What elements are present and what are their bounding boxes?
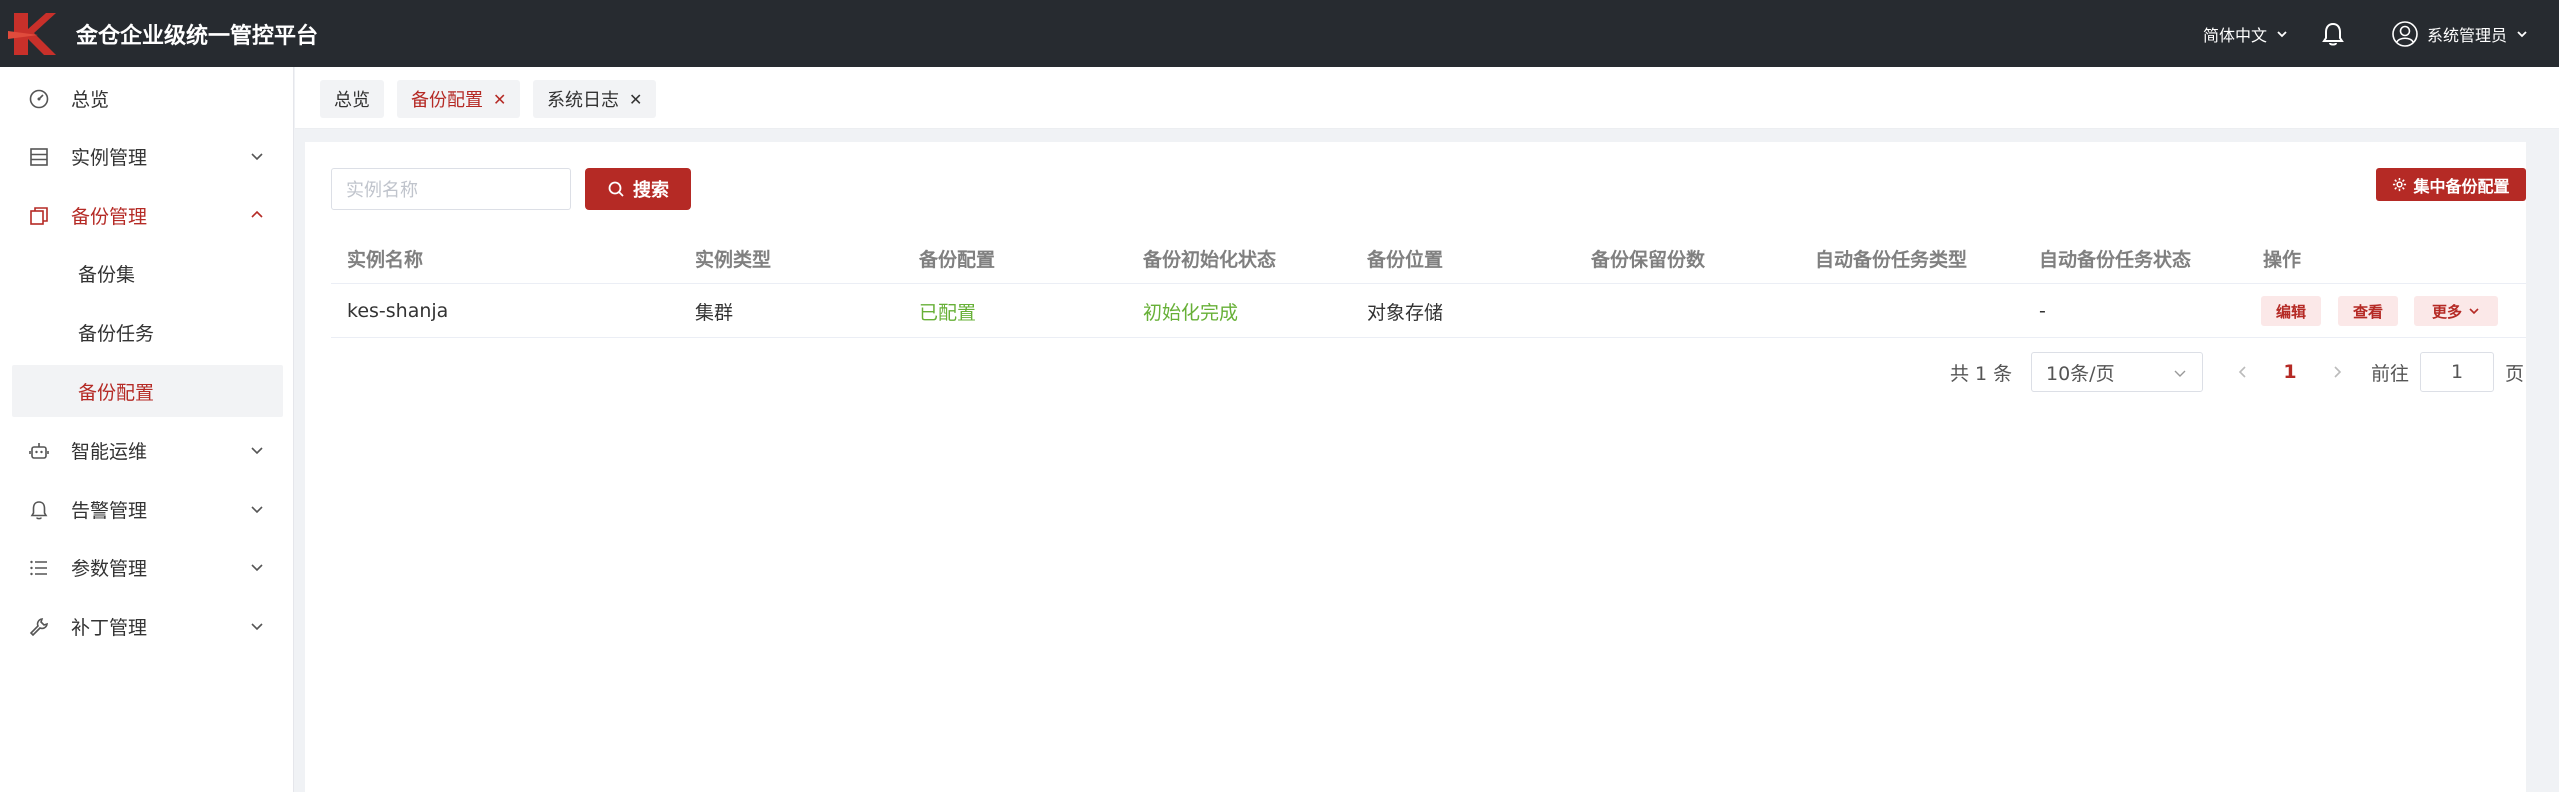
- column-header: 备份位置: [1367, 248, 1444, 271]
- gear-icon: [2393, 177, 2407, 192]
- close-icon[interactable]: ✕: [629, 90, 642, 109]
- user-avatar-icon: [2392, 20, 2418, 47]
- tab-overview[interactable]: 总览: [320, 80, 384, 118]
- cell-auto-task-status: -: [2039, 300, 2046, 322]
- column-header: 自动备份任务状态: [2039, 248, 2192, 271]
- table-row: kes-shanja 集群 已配置 初始化完成 对象存储 - 编辑 查看 更多: [331, 284, 2526, 338]
- logo-icon: [0, 0, 66, 67]
- edit-button[interactable]: 编辑: [2261, 296, 2321, 326]
- sidebar-subitem-label: 备份配置: [78, 381, 155, 404]
- chevron-down-icon: [2277, 30, 2287, 37]
- column-header: 备份保留份数: [1591, 248, 1706, 271]
- total-count: 共 1 条: [1950, 362, 2013, 385]
- sidebar-item-label: 备份管理: [71, 205, 148, 228]
- table-header: 实例名称 实例类型 备份配置 备份初始化状态 备份位置 备份保留份数 自动备份任…: [331, 232, 2526, 284]
- more-button-label: 更多: [2431, 302, 2462, 321]
- tab-label: 总览: [334, 90, 370, 111]
- goto-page-input[interactable]: 1: [2420, 352, 2494, 392]
- chevron-down-icon: [251, 153, 263, 161]
- chevron-down-icon: [2469, 308, 2479, 315]
- column-header: 备份配置: [919, 248, 996, 271]
- more-button[interactable]: 更多: [2414, 296, 2498, 326]
- sidebar-item-label: 实例管理: [71, 146, 148, 169]
- sidebar-item-backup[interactable]: 备份管理: [12, 189, 283, 241]
- tab-label: 备份配置: [411, 90, 483, 111]
- list-icon: [30, 560, 47, 576]
- tab-backup-config[interactable]: 备份配置 ✕: [397, 80, 521, 118]
- tab-label: 系统日志: [547, 90, 619, 111]
- cell-instance-type: 集群: [695, 301, 734, 324]
- notification-bell-icon[interactable]: [2319, 20, 2347, 48]
- page-label: 页: [2505, 362, 2525, 385]
- goto-label: 前往: [2371, 362, 2410, 385]
- language-label: 简体中文: [2202, 25, 2267, 45]
- sidebar-item-label: 智能运维: [71, 440, 148, 463]
- view-button-label: 查看: [2352, 302, 2383, 321]
- user-name: 系统管理员: [2426, 25, 2507, 45]
- sidebar-item-alerts[interactable]: 告警管理: [12, 483, 283, 535]
- database-icon: [30, 148, 48, 166]
- chevron-down-icon: [251, 506, 263, 514]
- chevron-down-icon: [2174, 370, 2186, 377]
- prev-page-icon[interactable]: [2235, 364, 2251, 380]
- cell-backup-location: 对象存储: [1367, 301, 1444, 324]
- sidebar-item-label: 总览: [71, 88, 110, 111]
- sidebar-subitem-label: 备份任务: [78, 322, 155, 345]
- central-backup-config-label: 集中备份配置: [2413, 176, 2510, 196]
- current-page[interactable]: 1: [2275, 350, 2305, 394]
- sidebar-item-overview[interactable]: 总览: [12, 72, 283, 124]
- bell-icon: [30, 501, 48, 520]
- chevron-down-icon: [251, 623, 263, 631]
- sidebar-item-label: 补丁管理: [71, 616, 148, 639]
- pagination: 共 1 条 10条/页 1 前往 1 页: [305, 350, 2526, 394]
- robot-icon: [29, 443, 49, 459]
- chevron-down-icon: [2517, 30, 2527, 37]
- view-button[interactable]: 查看: [2338, 296, 2398, 326]
- chevron-up-icon: [251, 210, 263, 218]
- cell-init-status: 初始化完成: [1143, 301, 1239, 324]
- dashboard-icon: [29, 89, 49, 109]
- close-icon[interactable]: ✕: [493, 90, 506, 109]
- sidebar-subitem-backup-config[interactable]: 备份配置: [12, 365, 283, 417]
- sidebar: 总览 实例管理 备份管理 备份集 备份任务 备份配置 智能运维 告警管理 参数管…: [0, 67, 294, 792]
- tab-strip: 总览 备份配置 ✕ 系统日志 ✕: [295, 67, 2559, 129]
- column-header: 自动备份任务类型: [1815, 248, 1968, 271]
- sidebar-item-smart-ops[interactable]: 智能运维: [12, 424, 283, 476]
- sidebar-subitem-label: 备份集: [78, 263, 136, 286]
- top-bar: 金仓企业级统一管控平台 简体中文 系统管理员: [0, 0, 2559, 67]
- chevron-down-icon: [251, 447, 263, 455]
- column-header: 实例名称: [347, 248, 424, 271]
- page-size-value: 10条/页: [2046, 362, 2115, 385]
- chevron-down-icon: [251, 564, 263, 572]
- sidebar-subitem-backup-sets[interactable]: 备份集: [12, 247, 283, 299]
- sidebar-item-parameters[interactable]: 参数管理: [12, 541, 283, 593]
- search-input[interactable]: 实例名称: [331, 168, 571, 210]
- sidebar-item-label: 告警管理: [71, 499, 148, 522]
- cell-backup-config: 已配置: [919, 301, 977, 324]
- sidebar-subitem-backup-tasks[interactable]: 备份任务: [12, 306, 283, 358]
- page-size-select[interactable]: 10条/页: [2031, 352, 2203, 392]
- backup-config-table: 实例名称 实例类型 备份配置 备份初始化状态 备份位置 备份保留份数 自动备份任…: [331, 232, 2526, 338]
- central-backup-config-button[interactable]: 集中备份配置: [2376, 168, 2526, 201]
- column-header: 实例类型: [695, 248, 772, 271]
- next-page-icon[interactable]: [2329, 364, 2345, 380]
- sidebar-item-patches[interactable]: 补丁管理: [12, 600, 283, 652]
- tab-system-log[interactable]: 系统日志 ✕: [533, 80, 657, 118]
- user-menu[interactable]: 系统管理员: [2391, 20, 2529, 48]
- app-title: 金仓企业级统一管控平台: [76, 23, 319, 49]
- sidebar-item-label: 参数管理: [71, 557, 148, 580]
- search-button-label: 搜索: [633, 180, 669, 201]
- copy-icon: [30, 207, 48, 225]
- cell-instance-name: kes-shanja: [347, 300, 449, 322]
- main-card: 实例名称 搜索 集中备份配置 实例名称 实例类型 备份配置 备份初始化状态 备份…: [305, 142, 2526, 792]
- search-icon: [608, 181, 624, 197]
- edit-button-label: 编辑: [2275, 302, 2306, 321]
- sidebar-item-instances[interactable]: 实例管理: [12, 130, 283, 182]
- column-header: 备份初始化状态: [1143, 248, 1277, 271]
- wrench-icon: [29, 618, 48, 637]
- language-selector[interactable]: 简体中文: [2203, 22, 2289, 46]
- column-header: 操作: [2263, 248, 2302, 271]
- search-button[interactable]: 搜索: [585, 168, 691, 210]
